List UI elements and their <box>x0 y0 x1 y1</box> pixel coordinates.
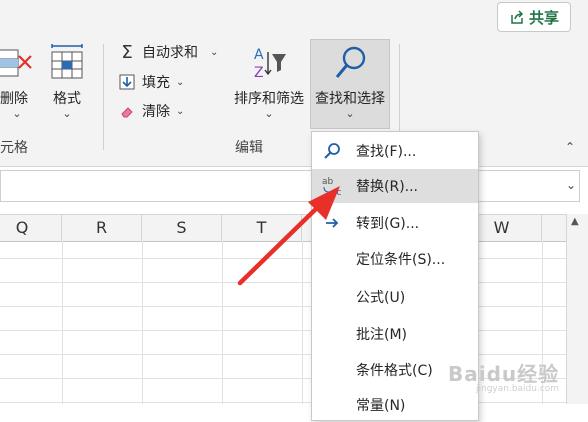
col-line <box>62 241 63 404</box>
find-select-button[interactable]: 查找和选择 ⌄ <box>310 39 390 129</box>
magnifier-icon <box>335 46 366 78</box>
menu-item-label: 批注(M) <box>356 327 408 343</box>
svg-text:Z: Z <box>254 65 264 81</box>
menu-item-formulas[interactable]: 公式(U) <box>312 280 478 314</box>
share-button[interactable]: 共享 <box>497 2 571 32</box>
column-header[interactable]: R <box>62 215 142 241</box>
menu-item-label: 转到(G)... <box>356 216 420 232</box>
fill-down-icon <box>118 73 136 91</box>
replace-icon: ab ac <box>312 175 352 197</box>
format-cells-icon <box>51 44 83 79</box>
arrow-right-icon <box>312 214 352 232</box>
clear-dropdown-icon[interactable]: ⌄ <box>176 106 184 117</box>
sort-filter-dropdown-icon[interactable]: ⌄ <box>229 108 309 120</box>
svg-text:ab: ab <box>322 177 334 187</box>
ribbon: 共享 删除 ⌄ 格式 ⌄ 单元格 Σ 自动求和 ⌄ <box>0 0 588 167</box>
scroll-up-icon[interactable]: ▲ <box>571 216 579 227</box>
clear-label: 清除 <box>142 104 170 120</box>
share-icon <box>511 10 524 24</box>
delete-button[interactable]: 删除 ⌄ <box>0 44 34 120</box>
delete-dropdown-icon[interactable]: ⌄ <box>0 108 34 120</box>
menu-item-find[interactable]: 查找(F)... <box>312 134 478 168</box>
autosum-label: 自动求和 <box>142 45 198 61</box>
column-header-row: Q R S T W <box>0 214 566 242</box>
menu-item-label: 条件格式(C) <box>356 363 433 379</box>
row-line <box>0 402 566 403</box>
fill-label: 填充 <box>142 75 170 91</box>
row-line <box>0 306 566 307</box>
format-label: 格式 <box>53 91 81 107</box>
group-divider <box>103 44 104 150</box>
baidu-watermark: Baidu经验 <box>448 362 560 386</box>
menu-item-goto-special[interactable]: 定位条件(S)... <box>312 242 478 276</box>
col-line <box>222 241 223 404</box>
search-icon <box>312 142 352 160</box>
sigma-icon: Σ <box>121 41 133 63</box>
eraser-icon <box>118 102 136 120</box>
row-line <box>0 258 566 259</box>
col-line <box>302 241 303 404</box>
editing-group-label: 编辑 <box>235 140 263 156</box>
format-dropdown-icon[interactable]: ⌄ <box>46 108 88 120</box>
collapse-ribbon-icon[interactable]: ⌃ <box>565 140 575 154</box>
svg-text:ac: ac <box>331 188 342 197</box>
find-select-dropdown-icon[interactable]: ⌄ <box>311 108 389 120</box>
menu-item-label: 定位条件(S)... <box>356 252 446 268</box>
menu-item-constants[interactable]: 常量(N) <box>312 388 478 422</box>
column-header[interactable]: S <box>142 215 222 241</box>
row-line <box>0 282 566 283</box>
sort-filter-icon: A Z <box>254 47 286 81</box>
menu-item-comments[interactable]: 批注(M) <box>312 317 478 351</box>
autosum-dropdown-icon[interactable]: ⌄ <box>210 47 218 58</box>
formula-bar-expand-icon[interactable]: ⌄ <box>566 178 576 192</box>
find-select-label: 查找和选择 <box>315 91 385 107</box>
sort-filter-button[interactable]: A Z 排序和筛选 ⌄ <box>229 44 309 120</box>
menu-item-label: 公式(U) <box>356 290 406 306</box>
fill-dropdown-icon[interactable]: ⌄ <box>176 77 184 88</box>
sort-filter-label: 排序和筛选 <box>234 91 304 107</box>
delete-label: 删除 <box>0 91 28 107</box>
clear-button[interactable]: 清除 ⌄ <box>118 99 184 123</box>
menu-item-label: 常量(N) <box>356 398 406 414</box>
share-label: 共享 <box>528 8 559 27</box>
col-line <box>142 241 143 404</box>
autosum-button[interactable]: Σ 自动求和 ⌄ <box>118 40 218 64</box>
column-header[interactable]: Q <box>0 215 62 241</box>
baidu-watermark-url: jingyan.baidu.com <box>476 384 560 394</box>
column-header[interactable]: T <box>222 215 302 241</box>
cells-group-label: 单元格 <box>0 140 28 156</box>
menu-item-label: 查找(F)... <box>356 144 417 160</box>
fill-button[interactable]: 填充 ⌄ <box>118 70 184 94</box>
format-button[interactable]: 格式 ⌄ <box>46 44 88 120</box>
menu-item-goto[interactable]: 转到(G)... <box>312 206 478 240</box>
formula-bar[interactable] <box>0 170 580 202</box>
delete-cells-icon <box>0 49 32 77</box>
svg-text:A: A <box>254 47 264 63</box>
menu-item-label: 替换(R)... <box>356 179 419 195</box>
row-line <box>0 354 566 355</box>
menu-item-replace[interactable]: ab ac 替换(R)... <box>312 169 478 203</box>
row-line <box>0 330 566 331</box>
vertical-scrollbar[interactable]: ▲ <box>566 214 588 404</box>
